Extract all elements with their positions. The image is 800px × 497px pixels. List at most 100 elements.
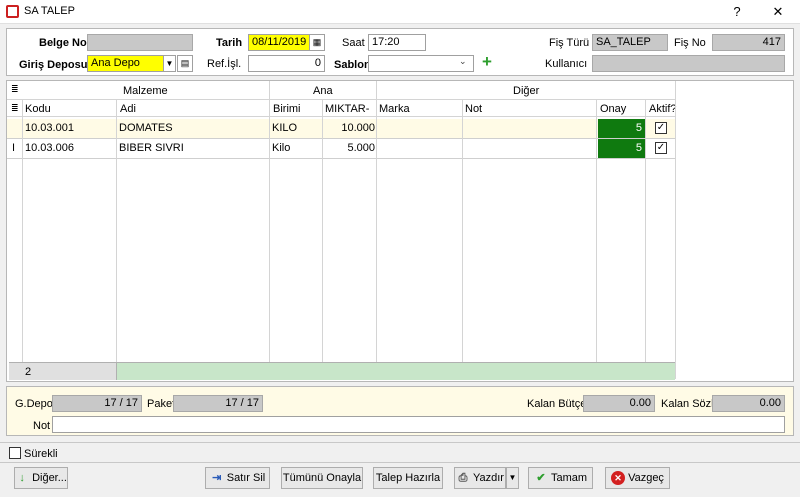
table-row[interactable]: I 10.03.006 BIBER SIVRI Kilo 5.000 5 ✓ — [7, 139, 675, 159]
kalan-butce-field: 0.00 — [583, 395, 655, 412]
belge-no-label: Belge No — [39, 37, 87, 49]
belge-no-field[interactable] — [87, 34, 193, 51]
satir-sil-button[interactable]: ⇥ Satır Sil — [205, 467, 270, 489]
gdepo-label: G.Depo — [15, 398, 53, 410]
col-line — [269, 81, 270, 379]
col-line — [462, 99, 463, 379]
giris-deposu-dropdown-icon[interactable]: ▼ — [163, 55, 176, 72]
footer-count-cell: 2 — [9, 363, 117, 380]
fis-turu-label: Fiş Türü — [549, 37, 590, 49]
group-ana: Ana — [313, 85, 333, 97]
col-line — [22, 99, 23, 379]
grid-footer: 2 — [9, 362, 675, 380]
help-button[interactable]: ? — [723, 2, 751, 22]
paket-label: Paket — [147, 398, 176, 410]
col-birimi[interactable]: Birimi — [273, 103, 301, 115]
print-preview-icon: ⎙ — [458, 472, 468, 484]
row-count: 2 — [25, 366, 32, 378]
cell-birimi[interactable]: KILO — [272, 119, 322, 138]
col-line — [116, 99, 117, 379]
cell-not[interactable] — [465, 119, 595, 138]
yazdir-button[interactable]: ⎙ Yazdır — [454, 467, 506, 489]
add-icon[interactable]: + — [479, 53, 495, 70]
talep-hazirla-button[interactable]: Talep Hazırla — [373, 467, 443, 489]
gdepo-field: 17 / 17 — [52, 395, 142, 412]
table-row[interactable]: 10.03.001 DOMATES KILO 10.000 5 ✓ — [7, 119, 675, 139]
col-line — [645, 99, 646, 379]
cell-onay[interactable]: 5 — [598, 139, 645, 158]
arrow-down-icon: ↓ — [19, 472, 25, 484]
giris-deposu-field[interactable]: Ana Depo — [87, 55, 164, 72]
cell-miktar[interactable]: 10.000 — [325, 119, 375, 138]
cell-kodu[interactable]: 10.03.006 — [25, 139, 115, 158]
col-not[interactable]: Not — [465, 103, 482, 115]
aktif-checkbox[interactable]: ✓ — [655, 122, 667, 134]
header-panel: Belge No Giriş Deposu Ana Depo ▼ ▤ Tarih… — [6, 28, 794, 76]
sablon-chevron-icon[interactable]: ⌄ — [459, 56, 467, 67]
aktif-checkbox[interactable]: ✓ — [655, 142, 667, 154]
paket-field: 17 / 17 — [173, 395, 263, 412]
kalan-sozl-label: Kalan Sözl. — [661, 398, 717, 410]
cell-onay[interactable]: 5 — [598, 119, 645, 138]
summary-panel: G.Depo 17 / 17 Paket 17 / 17 Kalan Bütçe… — [6, 386, 794, 436]
cell-kodu[interactable]: 10.03.001 — [25, 119, 115, 138]
kalan-sozl-field: 0.00 — [712, 395, 785, 412]
diger-button[interactable]: ↓ Diğer... — [14, 467, 68, 489]
tumunu-onayla-button[interactable]: Tümünü Onayla — [281, 467, 363, 489]
fis-no-label: Fiş No — [674, 37, 706, 49]
group-menu-icon[interactable]: ≣ — [11, 84, 19, 95]
col-line — [376, 81, 377, 379]
group-malzeme: Malzeme — [123, 85, 168, 97]
giris-deposu-label: Giriş Deposu — [19, 59, 88, 71]
tamam-button[interactable]: ✔ Tamam — [528, 467, 593, 489]
kullanici-field — [592, 55, 785, 72]
vazgec-button[interactable]: ✕ Vazgeç — [605, 467, 670, 489]
row-indicator — [9, 119, 21, 138]
cell-marka[interactable] — [379, 139, 459, 158]
cell-adi[interactable]: DOMATES — [119, 119, 269, 138]
header-divider — [7, 99, 675, 100]
window-title: SA TALEP — [24, 5, 75, 17]
fis-no-field: 417 — [712, 34, 785, 51]
sablon-label: Sablon — [334, 59, 371, 71]
cell-birimi[interactable]: Kilo — [272, 139, 322, 158]
col-line — [596, 99, 597, 379]
grid-header: ≣ Malzeme Ana Diğer ≣ Kodu Adi Birimi MI… — [7, 81, 677, 117]
cell-adi[interactable]: BIBER SIVRI — [119, 139, 269, 158]
surekli-checkbox[interactable] — [9, 447, 21, 459]
row-indicator: I — [12, 142, 16, 154]
cell-marka[interactable] — [379, 119, 459, 138]
title-bar: SA TALEP ? ✕ — [0, 0, 800, 24]
col-aktif[interactable]: Aktif? — [649, 103, 677, 115]
delete-row-icon: ⇥ — [212, 472, 222, 484]
app-icon — [6, 5, 19, 18]
check-icon: ✔ — [536, 472, 546, 484]
depo-lookup-icon[interactable]: ▤ — [177, 55, 193, 72]
yazdir-dropdown-icon[interactable]: ▼ — [506, 467, 519, 489]
not-field[interactable] — [52, 416, 785, 433]
divider — [0, 442, 800, 443]
saat-field[interactable]: 17:20 — [368, 34, 426, 51]
saat-label: Saat — [342, 37, 365, 49]
col-line — [675, 81, 676, 379]
tarih-field[interactable]: 08/11/2019 — [248, 34, 310, 51]
kalan-butce-label: Kalan Bütçe — [527, 398, 587, 410]
col-kodu[interactable]: Kodu — [25, 103, 51, 115]
close-button[interactable]: ✕ — [764, 2, 792, 22]
cancel-icon: ✕ — [611, 471, 626, 485]
cell-miktar[interactable]: 5.000 — [325, 139, 375, 158]
not-label: Not — [33, 420, 51, 432]
ref-isl-field[interactable]: 0 — [248, 55, 325, 72]
surekli-label: Sürekli — [24, 448, 58, 460]
column-menu-icon[interactable]: ≣ — [11, 103, 19, 114]
group-diger: Diğer — [513, 85, 540, 97]
col-adi[interactable]: Adi — [120, 103, 136, 115]
divider — [0, 462, 800, 463]
col-marka[interactable]: Marka — [379, 103, 410, 115]
items-grid: ≣ Malzeme Ana Diğer ≣ Kodu Adi Birimi MI… — [6, 80, 794, 382]
cell-not[interactable] — [465, 139, 595, 158]
ref-isl-label: Ref.İşl. — [207, 58, 242, 70]
col-miktar[interactable]: MIKTAR- — [325, 103, 369, 115]
calendar-icon[interactable]: ▦ — [309, 34, 325, 51]
col-onay[interactable]: Onay — [600, 103, 626, 115]
